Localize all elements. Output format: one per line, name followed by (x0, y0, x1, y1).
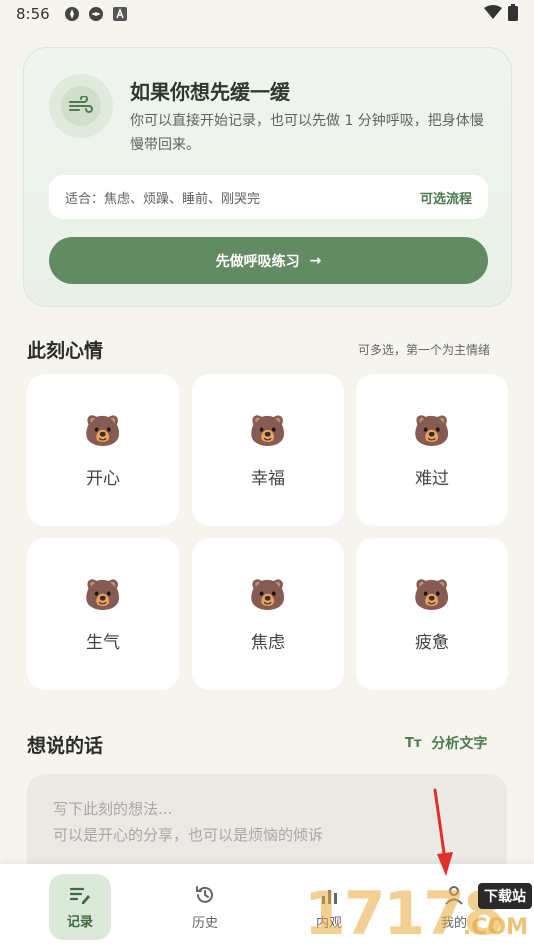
anxious-bear-icon: 🐻 (249, 577, 287, 613)
status-bar: 8:56 (0, 0, 534, 28)
breathing-card-description: 你可以直接开始记录，也可以先做 1 分钟呼吸，把身体慢慢带回来。 (130, 113, 484, 153)
start-breathing-button[interactable]: 先做呼吸练习 → (49, 237, 488, 284)
battery-icon (508, 3, 518, 25)
edit-list-icon (69, 887, 90, 904)
wind-icon (69, 96, 93, 113)
optional-flow-label: 可选流程 (419, 191, 472, 207)
mood-tile-angry[interactable]: 🐻 生气 (27, 538, 179, 690)
mood-label: 疲惫 (415, 632, 449, 653)
mood-section-hint: 可多选，第一个为主情绪 (358, 343, 491, 357)
mood-tile-sad[interactable]: 🐻 难过 (356, 374, 508, 526)
nav-tab-record[interactable]: 记录 (49, 874, 111, 940)
site-watermark: 17178 下载站 .COM (304, 875, 534, 950)
wifi-icon (484, 5, 502, 23)
mood-tile-blissful[interactable]: 🐻 幸福 (192, 374, 344, 526)
words-section-title: 想说的话 (27, 735, 104, 757)
angry-bear-icon: 🐻 (84, 577, 122, 613)
app-notification-icon (64, 6, 80, 22)
watermark-domain: .COM (462, 915, 528, 940)
nav-label: 历史 (191, 915, 218, 931)
suitable-for-text: 适合：焦虑、烦躁、睡前、刚哭完 (65, 191, 261, 207)
mood-label: 幸福 (251, 468, 285, 489)
breathing-card-title: 如果你想先缓一缓 (130, 80, 290, 104)
suitable-for-row: 适合：焦虑、烦躁、睡前、刚哭完 可选流程 (49, 175, 488, 219)
wind-icon-badge (49, 74, 113, 138)
mood-label: 生气 (86, 632, 120, 653)
mood-section-title: 此刻心情 (27, 340, 104, 362)
status-time: 8:56 (16, 5, 50, 23)
love-bear-icon: 🐻 (249, 413, 287, 449)
analyze-text-label: 分析文字 (431, 736, 488, 752)
analyze-text-button[interactable]: Tт 分析文字 (405, 733, 487, 753)
crying-bear-icon: 🐻 (413, 413, 451, 449)
nav-label: 记录 (66, 914, 93, 930)
mood-tile-tired[interactable]: 🐻 疲惫 (356, 538, 508, 690)
nav-tab-history[interactable]: 历史 (174, 874, 236, 940)
watermark-badge: 下载站 (478, 883, 532, 909)
mood-tile-anxious[interactable]: 🐻 焦虑 (192, 538, 344, 690)
sleepy-bear-icon: 🐻 (413, 577, 451, 613)
mood-tile-happy[interactable]: 🐻 开心 (27, 374, 179, 526)
happy-bear-icon: 🐻 (84, 413, 122, 449)
mood-label: 开心 (86, 468, 120, 489)
font-notification-icon (112, 6, 128, 22)
arrow-right-icon: → (309, 252, 322, 269)
mood-label: 焦虑 (251, 632, 285, 653)
app-notification-icon (88, 6, 104, 22)
text-size-icon: Tт (405, 735, 422, 751)
breathing-card: 如果你想先缓一缓 你可以直接开始记录，也可以先做 1 分钟呼吸，把身体慢慢带回来… (23, 47, 512, 307)
start-breathing-label: 先做呼吸练习 (215, 253, 300, 270)
annotation-arrow (433, 788, 453, 876)
mood-label: 难过 (415, 468, 449, 489)
history-icon (196, 885, 213, 903)
